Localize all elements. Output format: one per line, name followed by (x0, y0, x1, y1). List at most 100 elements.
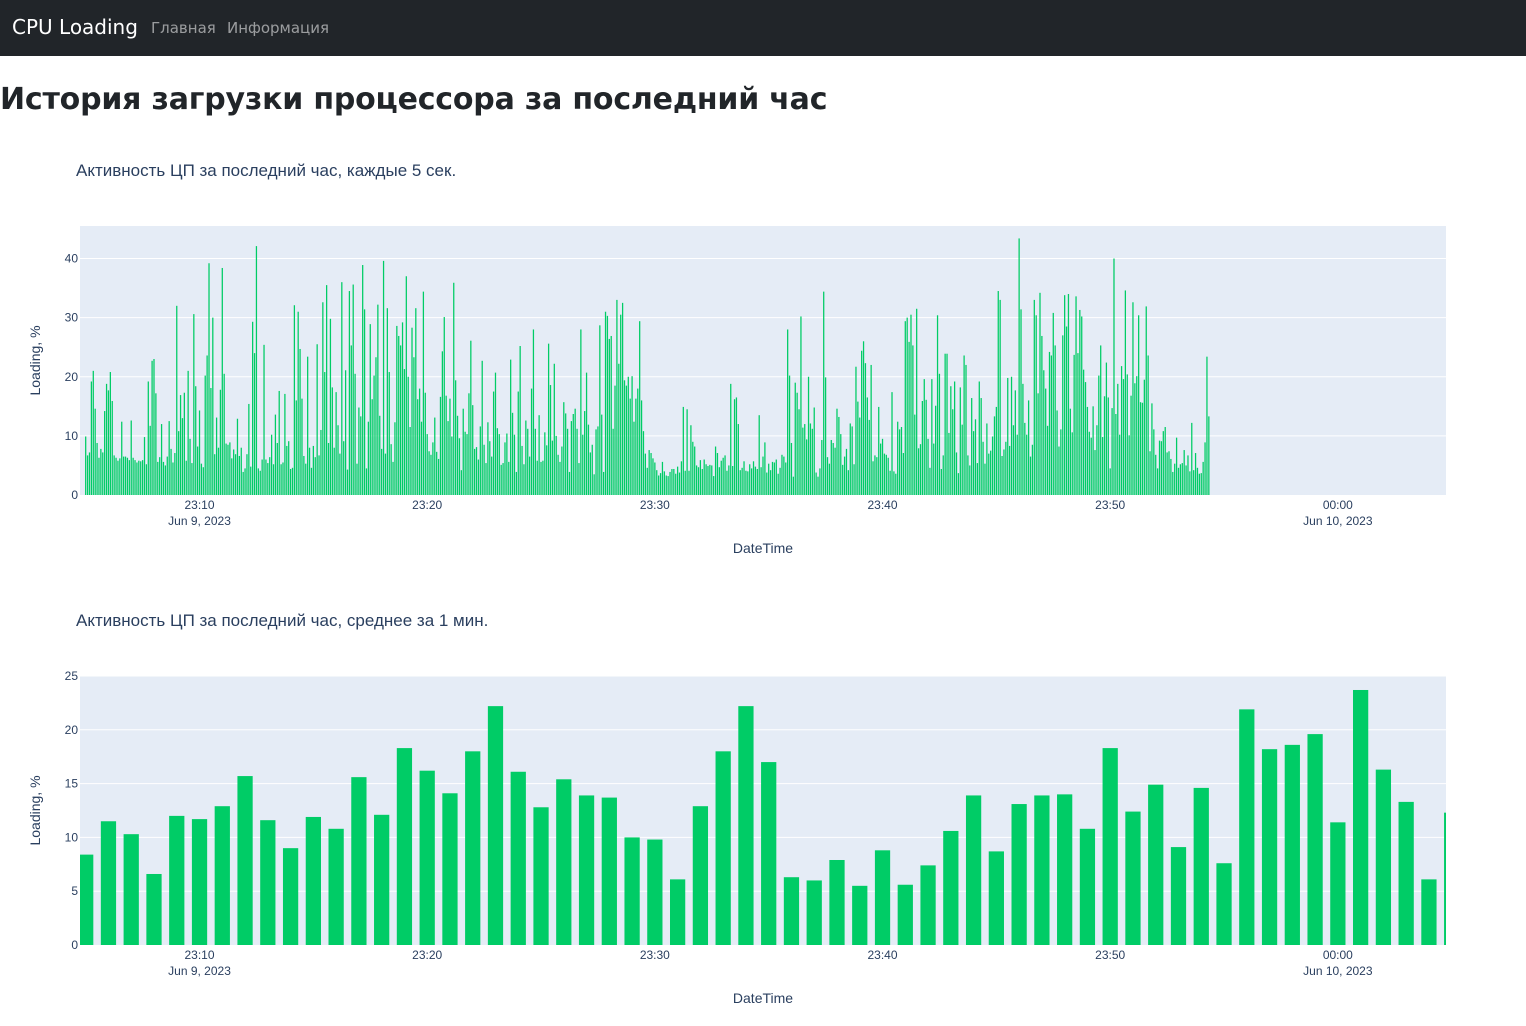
bar[interactable] (375, 357, 377, 495)
bar[interactable] (726, 470, 728, 495)
bar[interactable] (842, 464, 844, 495)
bar[interactable] (434, 417, 436, 495)
bar[interactable] (999, 299, 1001, 495)
bar[interactable] (491, 456, 493, 495)
bar[interactable] (1138, 315, 1140, 495)
bar[interactable] (692, 441, 694, 495)
bar[interactable] (972, 431, 975, 495)
bar[interactable] (872, 461, 874, 495)
bar[interactable] (179, 395, 182, 495)
bar[interactable] (589, 452, 591, 495)
bar[interactable] (217, 447, 220, 495)
bar[interactable] (136, 462, 138, 495)
bar[interactable] (838, 416, 840, 495)
bar[interactable] (174, 453, 176, 495)
bar[interactable] (546, 445, 548, 495)
bar[interactable] (299, 348, 301, 495)
bar[interactable] (845, 448, 848, 495)
bar[interactable] (242, 471, 244, 495)
bar[interactable] (764, 442, 766, 495)
bar[interactable] (1193, 787, 1209, 945)
bar[interactable] (762, 456, 764, 495)
bar[interactable] (143, 437, 146, 495)
bar[interactable] (914, 414, 916, 495)
bar[interactable] (231, 458, 233, 495)
bar[interactable] (441, 351, 444, 495)
bar[interactable] (610, 335, 612, 495)
bar[interactable] (305, 816, 321, 945)
bar[interactable] (282, 848, 299, 945)
bar[interactable] (923, 379, 925, 495)
bar[interactable] (212, 317, 214, 495)
bar[interactable] (692, 806, 709, 945)
bar[interactable] (724, 455, 726, 495)
bar[interactable] (305, 463, 307, 495)
bar[interactable] (1124, 290, 1127, 495)
bar[interactable] (1088, 431, 1090, 495)
bar[interactable] (957, 473, 960, 495)
bar[interactable] (544, 432, 546, 495)
bar[interactable] (897, 884, 913, 945)
bar[interactable] (1136, 376, 1138, 495)
bar[interactable] (1065, 326, 1068, 495)
bar[interactable] (1079, 309, 1081, 495)
bar[interactable] (157, 461, 159, 495)
bar[interactable] (363, 309, 366, 495)
bar[interactable] (1204, 442, 1206, 495)
bar[interactable] (779, 467, 781, 495)
bar[interactable] (1007, 377, 1009, 495)
bar[interactable] (447, 421, 449, 495)
bar[interactable] (686, 409, 688, 495)
bar[interactable] (426, 434, 428, 495)
bar[interactable] (456, 415, 459, 495)
bar[interactable] (362, 265, 364, 495)
bar[interactable] (1126, 374, 1128, 495)
bar[interactable] (806, 439, 808, 495)
bar[interactable] (669, 471, 671, 495)
bar[interactable] (817, 476, 819, 495)
bar[interactable] (1177, 467, 1180, 495)
bar[interactable] (221, 267, 223, 495)
bar[interactable] (781, 454, 783, 495)
bar[interactable] (1045, 388, 1047, 495)
bar[interactable] (90, 381, 93, 495)
bar[interactable] (982, 441, 984, 495)
bar[interactable] (492, 391, 495, 495)
bar[interactable] (1062, 335, 1064, 495)
bar[interactable] (113, 455, 115, 495)
bar[interactable] (766, 472, 768, 495)
bar[interactable] (950, 386, 952, 495)
bar[interactable] (498, 434, 500, 495)
bar[interactable] (881, 438, 884, 495)
bar[interactable] (191, 819, 208, 945)
bar[interactable] (339, 453, 341, 495)
bar[interactable] (1102, 748, 1118, 945)
bar[interactable] (887, 457, 889, 495)
bar[interactable] (532, 329, 535, 495)
bar[interactable] (227, 444, 229, 495)
nav-link-home[interactable]: Главная (151, 19, 216, 37)
bar[interactable] (513, 434, 516, 495)
bar[interactable] (745, 470, 747, 495)
bar[interactable] (529, 456, 531, 495)
bar[interactable] (276, 442, 278, 495)
bar[interactable] (633, 421, 635, 495)
bar[interactable] (1018, 238, 1020, 495)
bar[interactable] (849, 423, 851, 495)
bar[interactable] (78, 854, 94, 945)
bar[interactable] (1100, 345, 1102, 495)
bar[interactable] (250, 466, 252, 495)
bar[interactable] (473, 448, 476, 495)
bar[interactable] (169, 815, 185, 945)
bar[interactable] (1119, 434, 1121, 495)
bar[interactable] (451, 436, 453, 495)
bar[interactable] (843, 456, 846, 495)
bar[interactable] (293, 305, 296, 495)
bar[interactable] (711, 465, 713, 495)
bar[interactable] (857, 401, 859, 495)
bar[interactable] (223, 373, 225, 495)
bar[interactable] (411, 327, 413, 495)
bar[interactable] (667, 476, 669, 495)
bar[interactable] (229, 442, 231, 495)
bar[interactable] (432, 442, 434, 495)
